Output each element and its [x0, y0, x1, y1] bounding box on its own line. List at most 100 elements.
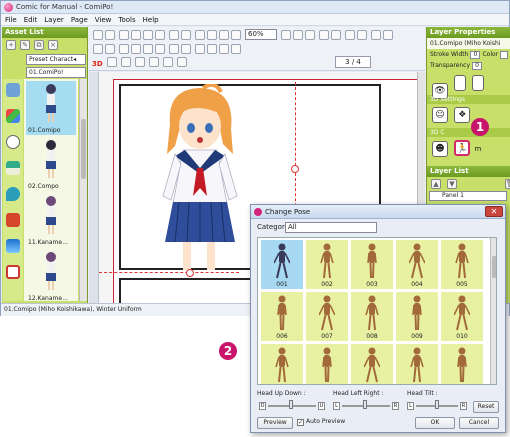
- zoom-in-icon[interactable]: [281, 30, 291, 40]
- cut-icon[interactable]: [195, 30, 205, 40]
- asset-item[interactable]: 01.Comipo: [26, 81, 76, 135]
- pose-grid-scrollbar[interactable]: [490, 238, 496, 384]
- page-first-icon[interactable]: [319, 30, 329, 40]
- menu-layer[interactable]: Layer: [44, 16, 64, 24]
- lock-layer-icon[interactable]: [454, 75, 467, 91]
- category-select[interactable]: Preset Charact◂: [26, 54, 86, 65]
- 3d-camera-icon[interactable]: [177, 57, 187, 67]
- layer-down-icon[interactable]: ▼: [447, 179, 457, 189]
- resize-handle[interactable]: [291, 165, 299, 173]
- 3d-scale-icon[interactable]: [135, 57, 145, 67]
- delete-icon[interactable]: [231, 30, 241, 40]
- head-left-button[interactable]: L: [333, 402, 340, 410]
- slider-thumb[interactable]: [363, 400, 367, 409]
- menu-edit[interactable]: Edit: [24, 16, 38, 24]
- open-icon[interactable]: [131, 30, 141, 40]
- arrow-down-icon[interactable]: [155, 44, 165, 54]
- 3d-move-icon[interactable]: [107, 57, 117, 67]
- resize-handle[interactable]: [186, 269, 194, 277]
- change-pose-icon[interactable]: 🏃: [454, 140, 471, 156]
- ok-button[interactable]: OK: [415, 417, 455, 429]
- page-last-icon[interactable]: [357, 30, 367, 40]
- 3d-expression-icon[interactable]: [163, 57, 173, 67]
- image-icon[interactable]: [6, 161, 20, 175]
- copy-icon[interactable]: [207, 30, 217, 40]
- tilt-left-button[interactable]: L: [407, 402, 414, 410]
- person-icon[interactable]: [6, 83, 20, 97]
- pose-thumbnail[interactable]: 004: [396, 240, 438, 289]
- page-prev-icon[interactable]: [331, 30, 341, 40]
- arrow-left-icon[interactable]: [119, 44, 129, 54]
- pose-thumbnail[interactable]: 010: [441, 292, 483, 341]
- asset-item[interactable]: 12.Kaname...: [26, 249, 76, 303]
- align-center-icon[interactable]: [105, 44, 115, 54]
- pose-thumbnail[interactable]: 014: [396, 344, 438, 384]
- paste-icon[interactable]: [219, 30, 229, 40]
- arrow-up-icon[interactable]: [143, 44, 153, 54]
- menu-help[interactable]: Help: [143, 16, 159, 24]
- slider-thumb[interactable]: [435, 400, 439, 409]
- arrow-right-icon[interactable]: [131, 44, 141, 54]
- zoom-out-icon[interactable]: [293, 30, 303, 40]
- lock-icon[interactable]: [371, 30, 381, 40]
- asset-item[interactable]: 02.Compo: [26, 137, 76, 191]
- head-up-button[interactable]: U: [318, 402, 325, 410]
- layer-item-panel-1[interactable]: Panel 1: [429, 191, 507, 201]
- menu-tools[interactable]: Tools: [118, 16, 135, 24]
- preview-button[interactable]: Preview: [257, 417, 293, 429]
- head-down-button[interactable]: D: [259, 402, 266, 410]
- background-icon[interactable]: [6, 239, 20, 253]
- pose-thumbnail[interactable]: 003: [351, 240, 393, 289]
- new-icon[interactable]: [119, 30, 129, 40]
- pose-thumbnail[interactable]: 013: [351, 344, 393, 384]
- pose-thumbnail[interactable]: 007: [306, 292, 348, 341]
- 3d-rotate-icon[interactable]: [121, 57, 131, 67]
- select-tool-icon[interactable]: [93, 30, 103, 40]
- material-icon[interactable]: ❖: [454, 107, 471, 123]
- pose-thumbnail[interactable]: 001: [261, 240, 303, 289]
- pose-thumbnail[interactable]: 011: [261, 344, 303, 384]
- menu-file[interactable]: File: [5, 16, 17, 24]
- pose-thumbnail[interactable]: 008: [351, 292, 393, 341]
- head-right-button[interactable]: R: [392, 402, 399, 410]
- pose-thumbnail[interactable]: 006: [261, 292, 303, 341]
- layer-up-icon[interactable]: ▲: [431, 179, 441, 189]
- pose-thumbnail[interactable]: 002: [306, 240, 348, 289]
- pose-thumbnail[interactable]: 012: [306, 344, 348, 384]
- copy-asset-icon[interactable]: ⧉: [34, 40, 44, 50]
- character-figure[interactable]: [145, 84, 255, 270]
- panel-icon[interactable]: [6, 265, 20, 279]
- slider-thumb[interactable]: [289, 400, 293, 409]
- auto-preview-checkbox[interactable]: ✓: [297, 419, 304, 426]
- edit-asset-icon[interactable]: ✎: [20, 40, 30, 50]
- cancel-button[interactable]: Cancel: [459, 417, 499, 429]
- stroke-width-input[interactable]: 0: [470, 50, 481, 59]
- pose-thumbnail[interactable]: 005: [441, 240, 483, 289]
- pose-thumbnail[interactable]: 015: [441, 344, 483, 384]
- zoom-select[interactable]: 60%: [245, 29, 277, 40]
- rotate-icon[interactable]: [231, 44, 241, 54]
- tilt-right-button[interactable]: R: [460, 402, 467, 410]
- expression-icon[interactable]: ☺: [432, 107, 448, 123]
- layout-tool-icon[interactable]: [105, 30, 115, 40]
- add-asset-icon[interactable]: +: [6, 40, 16, 50]
- bring-front-icon[interactable]: [169, 44, 179, 54]
- close-icon[interactable]: ✕: [485, 206, 503, 217]
- print-icon[interactable]: [155, 30, 165, 40]
- group-icon[interactable]: [195, 44, 205, 54]
- cube-icon[interactable]: [6, 109, 20, 123]
- ungroup-icon[interactable]: [207, 44, 217, 54]
- face-icon[interactable]: ☻: [432, 141, 448, 157]
- menu-view[interactable]: View: [95, 16, 112, 24]
- page-next-icon[interactable]: [345, 30, 355, 40]
- asset-select[interactable]: 01.ComiPo!: [26, 67, 86, 78]
- asset-scrollbar[interactable]: [79, 79, 87, 301]
- redo-icon[interactable]: [181, 30, 191, 40]
- link-layer-icon[interactable]: [472, 75, 485, 91]
- speech-bubble-icon[interactable]: [6, 135, 20, 149]
- delete-asset-icon[interactable]: ×: [48, 40, 58, 50]
- pose-thumbnail[interactable]: 009: [396, 292, 438, 341]
- settings-icon[interactable]: [383, 30, 393, 40]
- fit-page-icon[interactable]: [305, 30, 315, 40]
- send-back-icon[interactable]: [181, 44, 191, 54]
